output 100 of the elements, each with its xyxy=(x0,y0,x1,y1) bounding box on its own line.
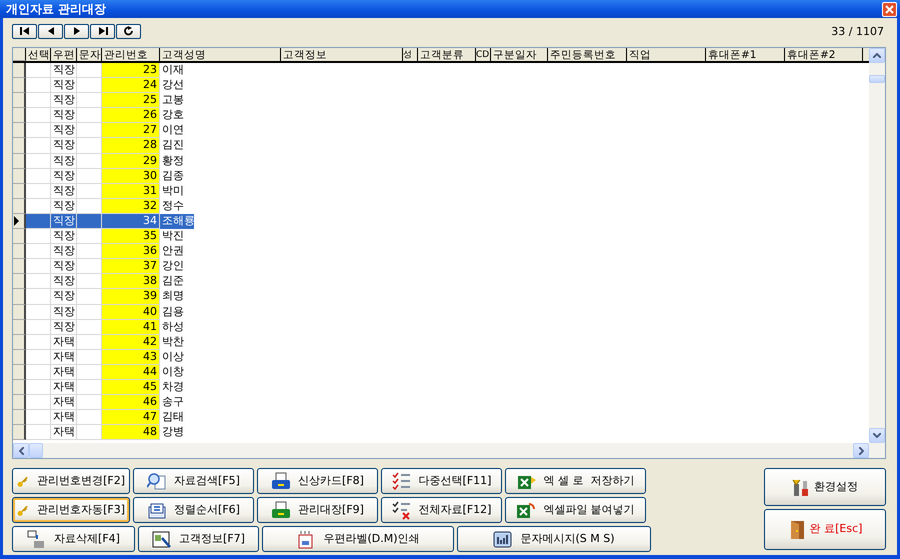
toolbar-button[interactable]: 정렬순서[F6] xyxy=(133,497,254,523)
scroll-right-button[interactable] xyxy=(853,443,869,458)
table-cell: 직장 xyxy=(51,154,77,169)
column-header[interactable]: 휴대폰#2 xyxy=(785,48,863,61)
previous-button[interactable] xyxy=(38,24,63,38)
column-header[interactable]: 주민등록번호 xyxy=(548,48,627,61)
table-cell: 24 xyxy=(102,78,160,94)
toolbar-button[interactable]: 다중선택[F11] xyxy=(381,468,502,494)
scroll-down-button[interactable] xyxy=(869,428,885,443)
row-header[interactable] xyxy=(13,350,26,365)
toolbar-button[interactable]: 관리번호변경[F2] xyxy=(12,468,130,494)
table-cell-text: 이재 xyxy=(161,63,185,78)
toolbar-button[interactable]: 문자메시지(S M S) xyxy=(457,526,651,552)
printer-icon xyxy=(271,472,290,490)
column-header[interactable]: 관리번호 xyxy=(102,48,160,61)
toolbar-button[interactable]: 우편라벨(D.M)인쇄 xyxy=(262,526,454,552)
table-cell-text: 이상 xyxy=(161,350,185,365)
next-button[interactable] xyxy=(64,24,89,38)
column-header[interactable]: CD xyxy=(476,48,491,61)
window-title: 개인자료 관리대장 xyxy=(6,1,106,18)
toolbar-button[interactable]: 신상카드[F8] xyxy=(257,468,378,494)
row-header[interactable] xyxy=(13,168,26,184)
table-cell xyxy=(26,425,51,440)
column-header[interactable]: 선택 xyxy=(26,48,51,61)
toolbar-button[interactable]: 관리대장[F9] xyxy=(257,497,378,523)
row-header[interactable] xyxy=(13,380,26,396)
table-cell: 자택 xyxy=(51,425,77,440)
row-header[interactable] xyxy=(13,334,26,350)
table-cell-text: 이연 xyxy=(161,123,185,138)
refresh-button[interactable] xyxy=(116,24,141,38)
table-cell: 42 xyxy=(102,334,160,350)
row-header[interactable] xyxy=(13,138,26,154)
column-header[interactable]: 구분일자 xyxy=(491,48,548,61)
row-header[interactable] xyxy=(13,229,26,244)
toolbar-button[interactable]: 전체자료[F12] xyxy=(381,497,502,523)
table-cell: 30 xyxy=(102,168,160,184)
spreadsheet-icon xyxy=(516,500,536,520)
table-cell xyxy=(26,154,51,169)
row-header[interactable] xyxy=(13,425,26,440)
row-header[interactable] xyxy=(13,123,26,138)
horizontal-scrollbar[interactable] xyxy=(13,443,885,458)
column-header[interactable]: 고객분류 xyxy=(418,48,476,61)
row-header[interactable] xyxy=(13,410,26,426)
row-header[interactable] xyxy=(13,198,26,214)
toolbar-button[interactable]: 엑셀파일 붙여넣기 xyxy=(505,497,646,523)
settings-button[interactable]: 환경설정 xyxy=(764,468,886,506)
last-button[interactable] xyxy=(90,24,115,38)
row-header[interactable] xyxy=(13,78,26,94)
table-cell xyxy=(26,304,51,320)
toolbar-button[interactable]: 엑 셀 로 저장하기 xyxy=(505,468,646,494)
table-cell: 28 xyxy=(102,138,160,154)
table-cell: 40 xyxy=(102,304,160,320)
column-header[interactable]: 우편 xyxy=(51,48,77,61)
row-header[interactable] xyxy=(13,93,26,108)
vertical-scrollbar[interactable] xyxy=(869,48,885,443)
close-button[interactable] xyxy=(882,2,897,16)
row-header[interactable] xyxy=(13,289,26,304)
row-header[interactable] xyxy=(13,63,26,78)
scroll-thumb[interactable] xyxy=(29,443,43,458)
record-counter: 33 / 1107 xyxy=(831,24,885,40)
row-header[interactable] xyxy=(13,154,26,169)
row-header[interactable] xyxy=(13,108,26,124)
exit-button[interactable]: 완 료[Esc] xyxy=(764,509,886,550)
table-cell: 29 xyxy=(102,154,160,169)
row-header[interactable] xyxy=(13,304,26,320)
toolbar-button[interactable]: 고객정보[F7] xyxy=(138,526,259,552)
toolbar-button[interactable]: 자료삭제[F4] xyxy=(12,526,135,552)
column-header[interactable]: 고객성명 xyxy=(160,48,281,61)
row-header[interactable] xyxy=(13,244,26,260)
table-cell: 41 xyxy=(102,320,160,335)
table-cell: 직장 xyxy=(51,78,77,94)
toolbar-button[interactable]: 관리번호자동[F3] xyxy=(12,497,130,523)
row-header[interactable] xyxy=(13,184,26,199)
table-cell-text: 김진 xyxy=(161,138,185,154)
table-cell: 직장 xyxy=(51,168,77,184)
next-icon xyxy=(72,26,82,36)
column-header[interactable]: 문자 xyxy=(77,48,102,61)
table-cell xyxy=(26,395,51,410)
first-button[interactable] xyxy=(12,24,37,38)
table-cell: 직장 xyxy=(51,93,77,108)
row-header[interactable] xyxy=(13,274,26,290)
row-header[interactable] xyxy=(13,214,26,230)
column-header[interactable]: 직업 xyxy=(627,48,706,61)
scroll-thumb[interactable] xyxy=(869,75,885,83)
table-cell: 직장 xyxy=(51,259,77,274)
table-cell-text: 박찬 xyxy=(161,334,185,350)
column-header[interactable]: 휴대폰#1 xyxy=(706,48,785,61)
table-cell: 34 xyxy=(102,214,160,230)
table-cell xyxy=(26,380,51,396)
scroll-up-button[interactable] xyxy=(869,48,885,63)
row-header[interactable] xyxy=(13,364,26,380)
scroll-left-button[interactable] xyxy=(13,443,29,458)
row-header[interactable] xyxy=(13,395,26,410)
row-header[interactable] xyxy=(13,320,26,335)
table-cell xyxy=(26,350,51,365)
close-icon xyxy=(885,4,894,14)
toolbar-button[interactable]: 자료검색[F5] xyxy=(133,468,254,494)
column-header[interactable]: 고객정보 xyxy=(281,48,403,61)
row-header[interactable] xyxy=(13,259,26,274)
column-header[interactable]: 성 xyxy=(403,48,418,61)
